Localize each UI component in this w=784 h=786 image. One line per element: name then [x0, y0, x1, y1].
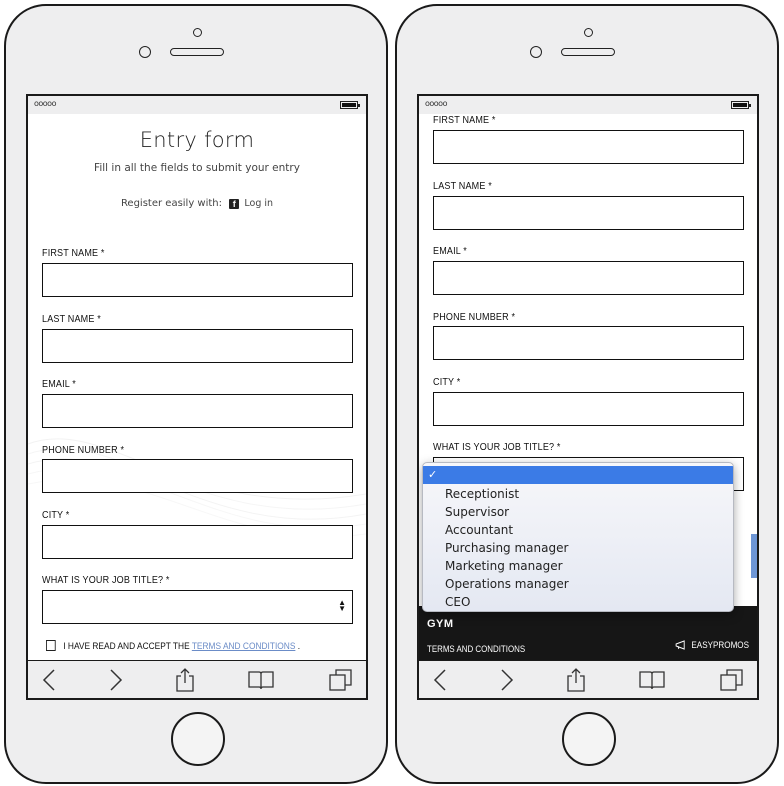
earpiece-speaker — [170, 48, 224, 56]
front-camera — [530, 46, 542, 58]
megaphone-icon — [675, 640, 685, 650]
dropdown-option-operations-manager[interactable]: Operations manager — [423, 575, 733, 593]
left-phone: ooooo Entry form Fill in all the fields … — [4, 4, 388, 784]
dropdown-option-supervisor[interactable]: Supervisor — [423, 503, 733, 521]
front-sensor — [584, 28, 593, 37]
signal-indicator: ooooo — [34, 99, 56, 108]
register-text: Register easily with: — [120, 198, 223, 209]
checkmark-icon: ✓ — [428, 468, 438, 481]
home-button[interactable] — [562, 712, 616, 766]
entry-form-page-scrolled: FIRST NAME * LAST NAME * EMAIL * PHONE N… — [419, 114, 757, 660]
city-label: CITY * — [42, 509, 70, 521]
home-button[interactable] — [171, 712, 225, 766]
footer-brand: GYM — [427, 618, 454, 630]
last-name-input[interactable] — [433, 196, 744, 230]
easypromos-label: EASYPROMOS — [691, 640, 749, 650]
signal-indicator: ooooo — [425, 99, 447, 108]
page-footer: GYM TERMS AND CONDITIONS EASYPROMOS — [419, 606, 757, 660]
terms-text: I HAVE READ AND ACCEPT THE — [63, 641, 192, 652]
right-phone: ooooo FIRST NAME * LAST NAME * EMAIL * P… — [395, 4, 779, 784]
terms-row: I HAVE READ AND ACCEPT THE TERMS AND CON… — [46, 640, 300, 652]
first-name-label: FIRST NAME * — [42, 247, 105, 259]
email-input[interactable] — [433, 261, 744, 295]
job-title-dropdown: ✓ Receptionist Supervisor Accountant Pur… — [422, 462, 734, 612]
dropdown-option-receptionist[interactable]: Receptionist — [423, 485, 733, 503]
last-name-label: LAST NAME * — [42, 313, 101, 325]
tabs-icon[interactable] — [719, 667, 745, 693]
terms-link[interactable]: TERMS AND CONDITIONS — [192, 641, 296, 652]
social-register-row: Register easily with: f Log in — [28, 198, 366, 209]
back-icon[interactable] — [36, 667, 62, 693]
dropdown-option-accountant[interactable]: Accountant — [423, 521, 733, 539]
first-name-input[interactable] — [433, 130, 744, 164]
facebook-login-link[interactable]: Log in — [244, 198, 273, 209]
share-icon[interactable] — [563, 667, 589, 693]
job-title-label: WHAT IS YOUR JOB TITLE? * — [433, 441, 561, 453]
submit-button[interactable] — [751, 534, 757, 578]
right-screen: ooooo FIRST NAME * LAST NAME * EMAIL * P… — [417, 94, 759, 700]
form-title: Entry form — [139, 128, 255, 152]
city-input[interactable] — [433, 392, 744, 426]
select-arrows-icon: ▲ ▼ — [338, 598, 346, 613]
back-icon[interactable] — [427, 667, 453, 693]
phone-number-input[interactable] — [433, 326, 744, 360]
browser-toolbar — [28, 660, 366, 698]
battery-icon — [340, 101, 360, 109]
status-bar: ooooo — [28, 96, 366, 114]
forward-icon[interactable] — [103, 667, 129, 693]
forward-icon[interactable] — [494, 667, 520, 693]
front-sensor — [193, 28, 202, 37]
battery-icon — [731, 101, 751, 109]
footer-terms-link[interactable]: TERMS AND CONDITIONS — [427, 644, 525, 654]
status-bar: ooooo — [419, 96, 757, 114]
dropdown-option-empty[interactable]: ✓ — [423, 466, 733, 484]
bookmarks-icon[interactable] — [248, 667, 274, 693]
left-screen: ooooo Entry form Fill in all the fields … — [26, 94, 368, 700]
phone-number-label: PHONE NUMBER * — [433, 311, 516, 323]
job-title-label: WHAT IS YOUR JOB TITLE? * — [42, 574, 170, 586]
entry-form-page: Entry form Fill in all the fields to sub… — [28, 114, 366, 660]
tabs-icon[interactable] — [328, 667, 354, 693]
job-title-select[interactable]: ▲ ▼ — [42, 590, 353, 624]
city-label: CITY * — [433, 376, 461, 388]
email-label: EMAIL * — [42, 378, 76, 390]
phone-number-label: PHONE NUMBER * — [42, 444, 125, 456]
facebook-icon[interactable]: f — [229, 199, 240, 209]
dropdown-option-marketing-manager[interactable]: Marketing manager — [423, 557, 733, 575]
last-name-label: LAST NAME * — [433, 180, 492, 192]
phone-number-input[interactable] — [42, 459, 353, 493]
city-input[interactable] — [42, 525, 353, 559]
first-name-label: FIRST NAME * — [433, 114, 496, 126]
dropdown-option-purchasing-manager[interactable]: Purchasing manager — [423, 539, 733, 557]
terms-checkbox[interactable] — [46, 640, 56, 651]
earpiece-speaker — [561, 48, 615, 56]
last-name-input[interactable] — [42, 329, 353, 363]
front-camera — [139, 46, 151, 58]
email-label: EMAIL * — [433, 245, 467, 257]
form-subtitle: Fill in all the fields to submit your en… — [94, 162, 300, 174]
easypromos-link[interactable]: EASYPROMOS — [675, 640, 749, 650]
email-input[interactable] — [42, 394, 353, 428]
dropdown-option-ceo[interactable]: CEO — [423, 593, 733, 611]
first-name-input[interactable] — [42, 263, 353, 297]
share-icon[interactable] — [172, 667, 198, 693]
bookmarks-icon[interactable] — [639, 667, 665, 693]
browser-toolbar — [419, 660, 757, 698]
terms-suffix: . — [297, 641, 301, 652]
